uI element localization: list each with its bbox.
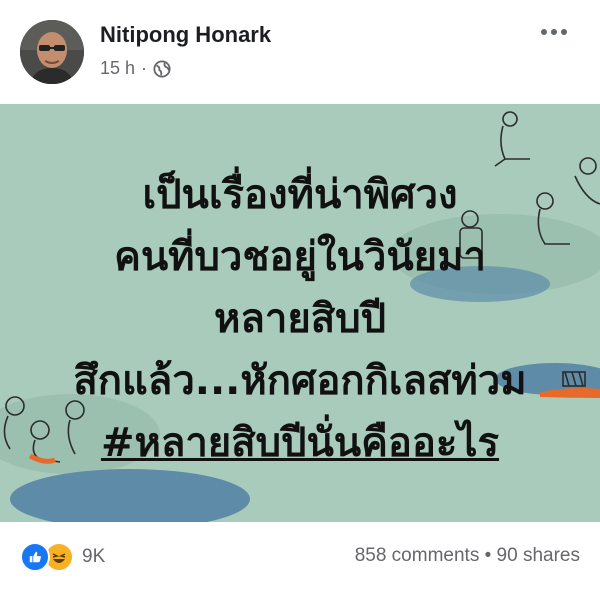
dot-icon bbox=[561, 29, 567, 35]
comments-link[interactable]: 858 comments bbox=[355, 545, 480, 566]
like-icon bbox=[20, 542, 50, 572]
hashtag-text: #หลายสิบปีนั่นคืออะไร bbox=[100, 420, 500, 466]
post-image[interactable]: เป็นเรื่องที่น่าพิศวง คนที่บวชอยู่ในวินั… bbox=[0, 104, 600, 522]
dot-icon bbox=[541, 29, 547, 35]
post-header: Nitipong Honark 15 h · bbox=[0, 0, 600, 104]
shares-link[interactable]: 90 shares bbox=[497, 545, 580, 566]
post-time[interactable]: 15 h bbox=[100, 58, 135, 79]
reactions-summary[interactable]: 9K bbox=[20, 542, 105, 572]
post-meta: 15 h · bbox=[100, 58, 171, 79]
reaction-count: 9K bbox=[82, 546, 106, 567]
globe-icon[interactable] bbox=[153, 59, 171, 78]
post-footer: 9K 858 comments • 90 shares bbox=[0, 522, 600, 590]
text-line-4: สึกแล้ว...หักศอกกิเลสท่วม bbox=[73, 358, 527, 404]
engagement-stats: 858 comments • 90 shares bbox=[355, 545, 580, 567]
post-image-text: เป็นเรื่องที่น่าพิศวง คนที่บวชอยู่ในวินั… bbox=[0, 164, 600, 474]
author-name[interactable]: Nitipong Honark bbox=[100, 22, 271, 48]
author-avatar[interactable] bbox=[20, 20, 84, 84]
meta-separator: · bbox=[141, 58, 148, 78]
more-options-button[interactable] bbox=[534, 20, 574, 44]
text-line-2: คนที่บวชอยู่ในวินัยมา bbox=[114, 234, 486, 280]
text-line-1: เป็นเรื่องที่น่าพิศวง bbox=[142, 172, 458, 218]
dot-icon bbox=[551, 29, 557, 35]
text-line-3: หลายสิบปี bbox=[214, 296, 386, 342]
stats-separator: • bbox=[484, 545, 492, 566]
